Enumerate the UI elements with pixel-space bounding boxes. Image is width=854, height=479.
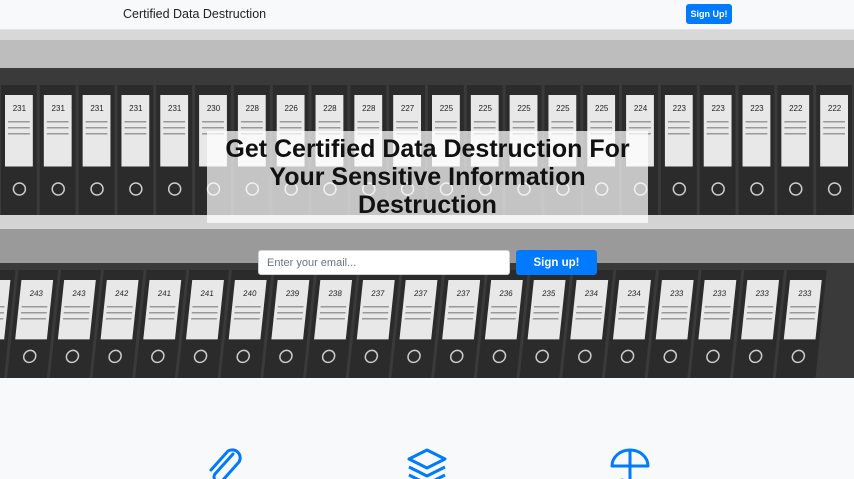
- binder: 223: [738, 85, 775, 215]
- binder-number: 243: [72, 289, 87, 298]
- binder-number: 228: [362, 104, 376, 113]
- binder-number: 231: [13, 104, 27, 113]
- binder-number: 222: [789, 104, 803, 113]
- binder-number: 242: [115, 289, 130, 298]
- binder-number: 241: [200, 289, 215, 298]
- binder-number: 233: [712, 289, 727, 298]
- binder-number: 223: [711, 104, 725, 113]
- binder-number: 234: [627, 289, 642, 298]
- binder-number: 223: [750, 104, 764, 113]
- binder-number: 240: [243, 289, 258, 298]
- binder-number: 225: [556, 104, 570, 113]
- binder: 223: [660, 85, 697, 215]
- binder-number: 237: [371, 289, 386, 298]
- navbar: Certified Data Destruction Sign Up!: [0, 0, 854, 30]
- binder: 231: [1, 85, 37, 215]
- binder-number: 237: [456, 289, 471, 298]
- binder-number: 238: [328, 289, 343, 298]
- binder-number: 224: [634, 104, 648, 113]
- binder-number: 231: [168, 104, 182, 113]
- binder-row-bottom: 2442432432422412412402392382372372372362…: [0, 270, 827, 378]
- paperclip-icon: [209, 448, 242, 479]
- layers-icon: [407, 448, 447, 479]
- binder: 231: [156, 85, 193, 215]
- binder-number: 243: [29, 289, 44, 298]
- binder-number: 233: [798, 289, 813, 298]
- hero-title-box: Get Certified Data Destruction For Your …: [207, 131, 648, 223]
- binder: 222: [777, 85, 814, 215]
- features-section: [0, 378, 854, 479]
- binder-number: 239: [285, 289, 300, 298]
- binder-number: 225: [440, 104, 454, 113]
- email-input[interactable]: [258, 250, 510, 275]
- binder-number: 231: [52, 104, 66, 113]
- binder: 231: [117, 85, 154, 215]
- binder-number: 223: [673, 104, 687, 113]
- binder-number: 225: [479, 104, 493, 113]
- binder-number: 222: [828, 104, 842, 113]
- binder-number: 237: [414, 289, 429, 298]
- binder-number: 236: [499, 289, 514, 298]
- binder-number: 225: [595, 104, 609, 113]
- binder-number: 233: [755, 289, 770, 298]
- binder: 231: [78, 85, 115, 215]
- binder: 222: [816, 85, 852, 215]
- binder-number: 225: [517, 104, 531, 113]
- umbrella-icon: [610, 448, 650, 479]
- brand-link[interactable]: Certified Data Destruction: [123, 7, 266, 21]
- hero-section: 231 231 231 231 231 230 228 226 228 228 227 225 225 2…: [0, 30, 854, 378]
- binder-number: 231: [129, 104, 143, 113]
- hero-title: Get Certified Data Destruction For Your …: [225, 135, 630, 219]
- navbar-signup-button[interactable]: Sign Up!: [686, 4, 732, 24]
- binder-number: 234: [584, 289, 599, 298]
- hero-signup-button[interactable]: Sign up!: [516, 250, 597, 275]
- binder-number: 226: [284, 104, 298, 113]
- binder: 231: [39, 85, 76, 215]
- binder-number: 228: [323, 104, 337, 113]
- binder-number: 230: [207, 104, 221, 113]
- binder-number: 228: [246, 104, 260, 113]
- binder-number: 235: [542, 289, 557, 298]
- binder: 223: [699, 85, 736, 215]
- binder-number: 227: [401, 104, 415, 113]
- binder-number: 241: [157, 289, 172, 298]
- binder-number: 231: [90, 104, 104, 113]
- binder-number: 233: [670, 289, 685, 298]
